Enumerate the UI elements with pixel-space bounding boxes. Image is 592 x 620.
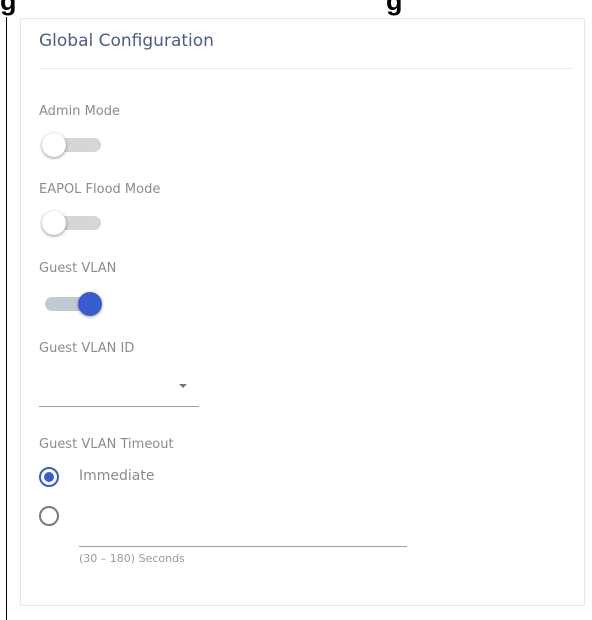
chevron-down-icon xyxy=(179,384,187,388)
admin-mode-label: Admin Mode xyxy=(39,104,120,119)
cropped-heading: g g xyxy=(0,0,403,16)
toggle-knob xyxy=(42,211,66,235)
guest-vlan-id-label: Guest VLAN ID xyxy=(39,341,135,356)
immediate-radio-label: Immediate xyxy=(79,468,155,484)
title-divider xyxy=(39,68,572,69)
eapol-flood-mode-toggle[interactable] xyxy=(42,211,102,235)
toggle-knob xyxy=(42,133,66,157)
radio-dot xyxy=(44,472,54,482)
page-frame: Global Configuration Admin Mode EAPOL Fl… xyxy=(6,17,592,620)
timeout-seconds-input[interactable] xyxy=(79,519,407,547)
admin-mode-toggle[interactable] xyxy=(42,133,102,157)
guest-vlan-toggle[interactable] xyxy=(42,292,102,316)
immediate-radio[interactable] xyxy=(39,467,59,487)
toggle-knob xyxy=(78,292,102,316)
global-configuration-card: Global Configuration Admin Mode EAPOL Fl… xyxy=(20,18,585,606)
card-title: Global Configuration xyxy=(39,31,214,51)
guest-vlan-label: Guest VLAN xyxy=(39,261,117,276)
guest-vlan-timeout-label: Guest VLAN Timeout xyxy=(39,437,174,452)
custom-timeout-radio[interactable] xyxy=(39,506,59,526)
timeout-range-hint: (30 – 180) Seconds xyxy=(79,552,185,565)
guest-vlan-id-select[interactable] xyxy=(39,371,199,407)
eapol-flood-mode-label: EAPOL Flood Mode xyxy=(39,182,161,197)
